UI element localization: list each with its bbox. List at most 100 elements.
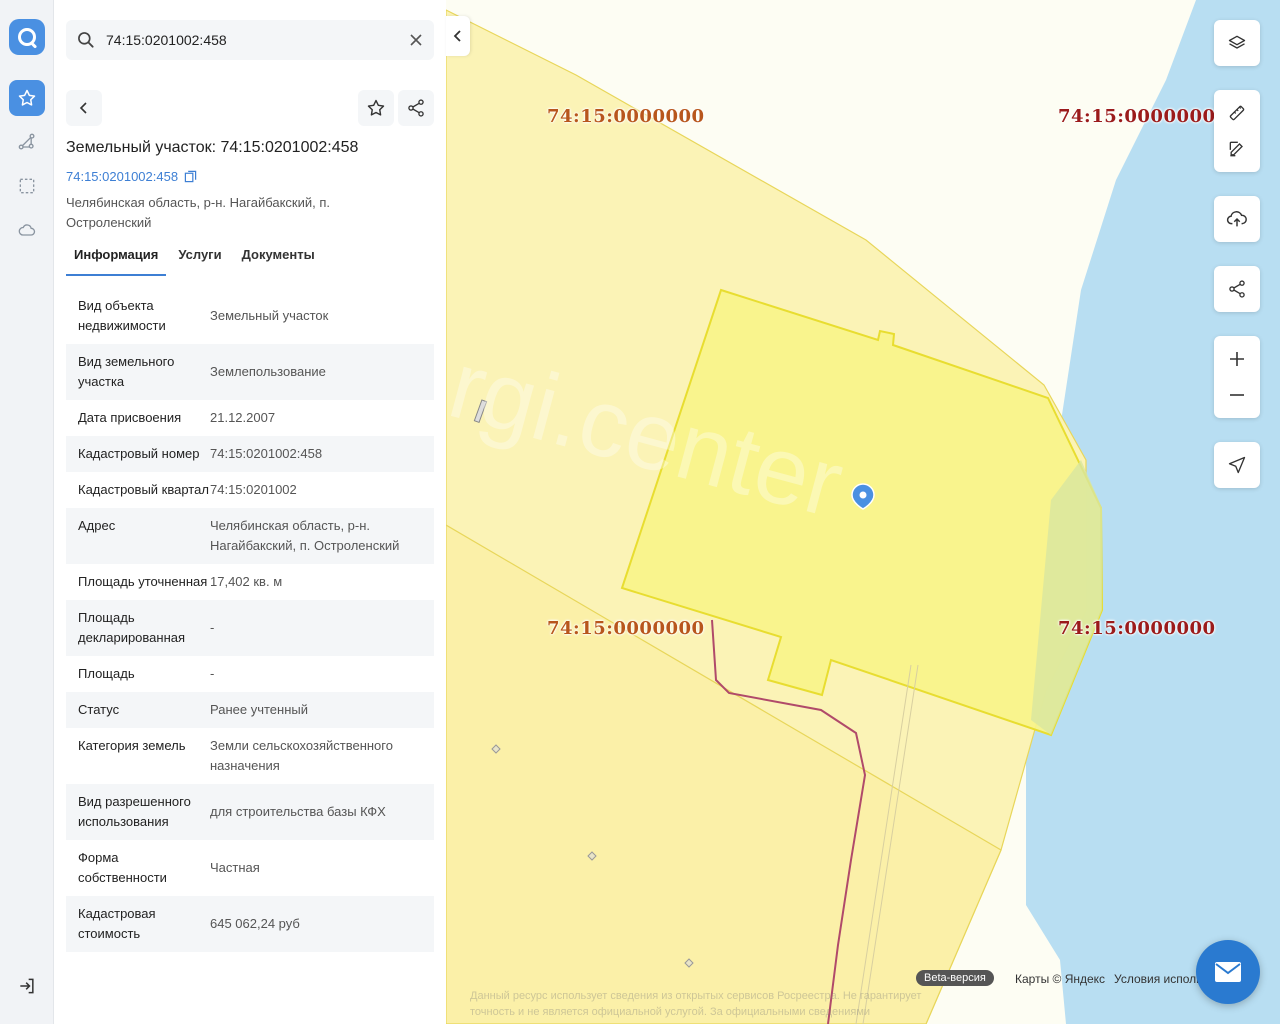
row-value: Ранее учтенный xyxy=(210,702,308,717)
table-row: Площадь уточненная 17,402 кв. м xyxy=(66,564,434,600)
row-key: Площадь декларированная xyxy=(78,610,186,645)
search-input[interactable]: 74:15:0201002:458 xyxy=(106,32,398,48)
search-bar[interactable]: 74:15:0201002:458 xyxy=(66,20,434,60)
tabs: Информация Услуги Документы xyxy=(66,242,327,276)
back-button[interactable] xyxy=(66,90,102,126)
left-rail xyxy=(0,0,54,1024)
table-row: Вид объекта недвижимости Земельный участо… xyxy=(66,288,434,344)
cloud-button[interactable] xyxy=(9,212,45,248)
row-value: Частная xyxy=(210,860,260,875)
table-row: Дата присвоения 21.12.2007 xyxy=(66,400,434,436)
location-icon xyxy=(1228,456,1246,474)
selection-icon xyxy=(19,178,35,194)
row-value: - xyxy=(210,620,215,635)
chevron-left-icon xyxy=(79,102,87,114)
row-key: Дата присвоения xyxy=(78,410,182,425)
info-table: Вид объекта недвижимости Земельный участо… xyxy=(66,288,434,1002)
feedback-button[interactable] xyxy=(1196,940,1260,1004)
map-share-button[interactable] xyxy=(1214,266,1260,312)
upload-button[interactable] xyxy=(1214,196,1260,242)
row-key: Кадастровый номер xyxy=(78,446,200,461)
share-icon xyxy=(1229,280,1245,298)
page-title: Земельный участок: 74:15:0201002:458 xyxy=(66,139,359,156)
tools-group xyxy=(1214,90,1260,172)
map-attribution[interactable]: Карты © Яндекс xyxy=(1015,972,1105,986)
table-row: Кадастровый номер 74:15:0201002:458 xyxy=(66,436,434,472)
info-panel: 74:15:0201002:458 Земельный участок: 74:… xyxy=(54,0,446,1024)
map-view[interactable]: rgi.center 74:15:0000000 74:15:0000000 7… xyxy=(446,0,1280,1024)
row-value: Земельный участок xyxy=(210,308,329,323)
star-icon xyxy=(18,89,36,106)
row-key: Статус xyxy=(78,702,120,717)
row-value: 645 062,24 руб xyxy=(210,916,300,931)
tab-services[interactable]: Услуги xyxy=(170,242,229,276)
disclaimer-text: Данный ресурс использует сведения из отк… xyxy=(470,990,922,1018)
table-row: Вид разрешенного использования для строит… xyxy=(66,784,434,840)
row-key: Вид земельного участка xyxy=(78,354,175,389)
tab-information[interactable]: Информация xyxy=(66,242,167,276)
layers-button[interactable] xyxy=(1214,20,1260,66)
row-value: - xyxy=(210,666,215,681)
row-value: 21.12.2007 xyxy=(210,410,276,425)
row-value: Землепользование xyxy=(210,364,326,379)
object-address: Челябинская область, р-н. Нагайбакский, … xyxy=(66,195,331,230)
selection-button[interactable] xyxy=(9,168,45,204)
geolocation-button[interactable] xyxy=(1214,442,1260,488)
row-value: для строительства базы КФХ xyxy=(210,804,386,819)
row-key: Кадастровая стоимость xyxy=(78,906,156,941)
logo-icon[interactable] xyxy=(9,19,45,55)
row-key: Кадастровый квартал xyxy=(78,482,209,497)
cadastral-number-link[interactable]: 74:15:0201002:458 xyxy=(66,169,197,184)
ruler-icon xyxy=(1229,105,1245,121)
quarter-label: 74:15:0000000 xyxy=(1058,618,1216,639)
table-row: Статус Ранее учтенный xyxy=(66,692,434,728)
table-row: Адрес Челябинская область, р-н. Нагайбакс… xyxy=(66,508,434,564)
row-value: 74:15:0201002 xyxy=(210,482,297,497)
tab-documents[interactable]: Документы xyxy=(234,242,323,276)
layers-icon xyxy=(1228,35,1246,49)
share-button[interactable] xyxy=(398,90,434,126)
copy-icon[interactable] xyxy=(184,170,197,183)
table-row: Форма собственности Частная xyxy=(66,840,434,896)
favorites-button[interactable] xyxy=(9,80,45,116)
row-key: Категория земель xyxy=(78,738,186,753)
row-key: Площадь уточненная xyxy=(78,574,208,589)
plus-icon xyxy=(1230,352,1244,366)
zoom-out-button[interactable] xyxy=(1214,377,1260,413)
minus-icon xyxy=(1230,394,1244,396)
upload-icon xyxy=(1226,211,1247,227)
edit-button[interactable] xyxy=(1214,131,1260,167)
table-row: Кадастровая стоимость 645 062,24 руб xyxy=(66,896,434,952)
zoom-group xyxy=(1214,336,1260,418)
quarter-label: 74:15:0000000 xyxy=(547,618,705,639)
ruler-button[interactable] xyxy=(1214,95,1260,131)
logout-button[interactable] xyxy=(9,968,45,1004)
row-value: 74:15:0201002:458 xyxy=(210,446,323,461)
terms-link[interactable]: Условия использования xyxy=(1114,972,1204,986)
favorite-button[interactable] xyxy=(358,90,394,126)
row-key: Вид объекта недвижимости xyxy=(78,298,166,333)
table-row: Площадь декларированная - xyxy=(66,600,434,656)
chevron-left-icon xyxy=(453,30,461,42)
close-icon[interactable] xyxy=(398,33,434,47)
mail-icon xyxy=(1215,962,1241,982)
cadastral-number-text[interactable]: 74:15:0201002:458 xyxy=(66,169,178,184)
row-key: Форма собственности xyxy=(78,850,167,885)
row-value: Земли сельскохозяйственного назначения xyxy=(210,738,393,773)
table-row: Кадастровый квартал 74:15:0201002 xyxy=(66,472,434,508)
row-key: Вид разрешенного использования xyxy=(78,794,191,829)
star-icon xyxy=(367,99,385,116)
map-canvas xyxy=(446,0,1280,1024)
row-key: Адрес xyxy=(78,518,116,533)
zoom-in-button[interactable] xyxy=(1214,341,1260,377)
table-row: Вид земельного участка Землепользование xyxy=(66,344,434,400)
cloud-icon xyxy=(18,224,36,236)
search-icon xyxy=(66,30,106,50)
row-value: 17,402 кв. м xyxy=(210,574,283,589)
table-row: Категория земель Земли сельскохозяйственн… xyxy=(66,728,434,784)
share-icon xyxy=(408,99,424,117)
route-button[interactable] xyxy=(9,124,45,160)
collapse-panel-button[interactable] xyxy=(446,16,470,56)
edit-icon xyxy=(1229,141,1243,157)
quarter-label: 74:15:0000000 xyxy=(547,106,705,127)
